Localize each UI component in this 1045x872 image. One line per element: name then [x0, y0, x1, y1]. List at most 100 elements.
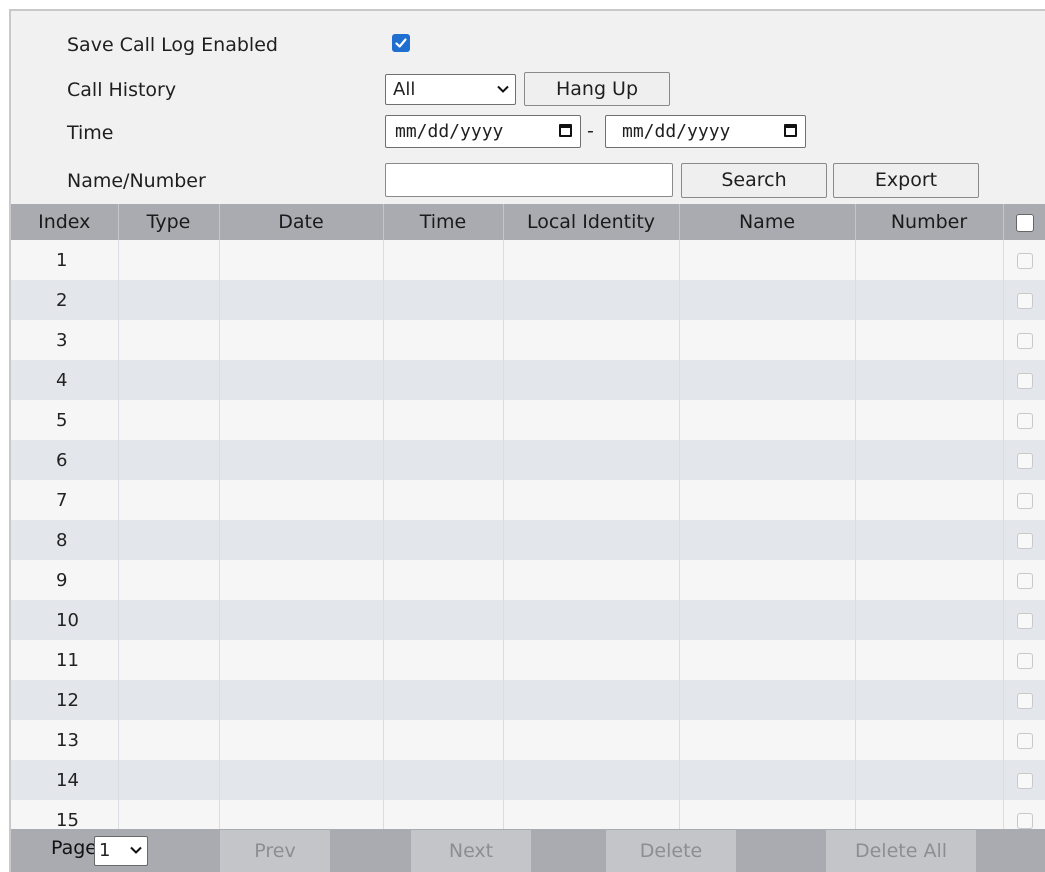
select-all-checkbox[interactable] — [1016, 213, 1034, 232]
cell-time — [383, 440, 504, 480]
row-checkbox[interactable] — [1017, 372, 1033, 389]
chevron-down-icon — [130, 846, 142, 854]
table-row[interactable]: 13 — [11, 720, 1045, 760]
cell-date — [219, 640, 384, 680]
hang-up-button[interactable]: Hang Up — [524, 72, 670, 106]
column-header-select-all[interactable] — [1003, 204, 1045, 240]
column-header-date[interactable]: Date — [219, 204, 384, 240]
table-row[interactable]: 5 — [11, 400, 1045, 440]
column-header-type[interactable]: Type — [118, 204, 220, 240]
cell-local-identity — [503, 760, 680, 800]
cell-local-identity — [503, 280, 680, 320]
cell-date — [219, 400, 384, 440]
page-select-value: 1 — [99, 840, 111, 861]
row-checkbox[interactable] — [1017, 772, 1033, 789]
call-history-select[interactable]: All — [385, 74, 516, 105]
table-row[interactable]: 14 — [11, 760, 1045, 800]
cell-name — [679, 680, 856, 720]
row-checkbox[interactable] — [1017, 452, 1033, 469]
row-checkbox[interactable] — [1017, 532, 1033, 549]
cell-select — [1003, 320, 1045, 360]
prev-button[interactable]: Prev — [220, 830, 330, 872]
table-row[interactable]: 3 — [11, 320, 1045, 360]
cell-type — [118, 760, 220, 800]
search-button[interactable]: Search — [681, 163, 827, 198]
cell-name — [679, 360, 856, 400]
next-button[interactable]: Next — [411, 830, 531, 872]
time-label: Time — [67, 122, 114, 144]
cell-select — [1003, 720, 1045, 760]
cell-type — [118, 640, 220, 680]
cell-select — [1003, 760, 1045, 800]
cell-number — [855, 240, 1004, 280]
column-header-number[interactable]: Number — [855, 204, 1004, 240]
cell-time — [383, 640, 504, 680]
cell-number — [855, 720, 1004, 760]
cell-number — [855, 640, 1004, 680]
cell-index: 3 — [11, 320, 119, 360]
row-checkbox[interactable] — [1017, 732, 1033, 749]
cell-local-identity — [503, 600, 680, 640]
calendar-icon[interactable] — [784, 124, 797, 137]
table-row[interactable]: 2 — [11, 280, 1045, 320]
table-row[interactable]: 12 — [11, 680, 1045, 720]
cell-local-identity — [503, 440, 680, 480]
cell-date — [219, 760, 384, 800]
table-row[interactable]: 8 — [11, 520, 1045, 560]
row-checkbox[interactable] — [1017, 292, 1033, 309]
delete-all-button[interactable]: Delete All — [826, 830, 976, 872]
cell-index: 14 — [11, 760, 119, 800]
column-header-time[interactable]: Time — [383, 204, 504, 240]
cell-index: 10 — [11, 600, 119, 640]
table-row[interactable]: 1 — [11, 240, 1045, 280]
row-checkbox[interactable] — [1017, 812, 1033, 829]
row-checkbox[interactable] — [1017, 412, 1033, 429]
date-to-input[interactable]: mm/dd/yyyy — [605, 115, 806, 148]
call-history-label: Call History — [67, 79, 177, 101]
delete-button[interactable]: Delete — [606, 830, 736, 872]
cell-number — [855, 480, 1004, 520]
row-checkbox[interactable] — [1017, 572, 1033, 589]
cell-time — [383, 400, 504, 440]
cell-select — [1003, 240, 1045, 280]
cell-number — [855, 440, 1004, 480]
export-button[interactable]: Export — [833, 163, 979, 198]
table-row[interactable]: 4 — [11, 360, 1045, 400]
cell-index: 1 — [11, 240, 119, 280]
row-checkbox[interactable] — [1017, 492, 1033, 509]
calendar-icon[interactable] — [559, 124, 572, 137]
table-row[interactable]: 9 — [11, 560, 1045, 600]
cell-local-identity — [503, 680, 680, 720]
row-checkbox[interactable] — [1017, 332, 1033, 349]
name-number-input[interactable] — [385, 163, 673, 197]
row-checkbox[interactable] — [1017, 612, 1033, 629]
cell-type — [118, 360, 220, 400]
table-row[interactable]: 11 — [11, 640, 1045, 680]
column-header-index[interactable]: Index — [11, 204, 119, 240]
table-row[interactable]: 6 — [11, 440, 1045, 480]
save-call-log-checkbox[interactable] — [392, 34, 410, 52]
cell-index: 5 — [11, 400, 119, 440]
column-header-local-identity[interactable]: Local Identity — [503, 204, 680, 240]
row-checkbox[interactable] — [1017, 652, 1033, 669]
page-select[interactable]: 1 — [94, 836, 148, 866]
date-from-placeholder: mm/dd/yyyy — [395, 121, 504, 142]
row-checkbox[interactable] — [1017, 252, 1033, 269]
cell-time — [383, 480, 504, 520]
cell-local-identity — [503, 400, 680, 440]
cell-number — [855, 320, 1004, 360]
date-from-input[interactable]: mm/dd/yyyy — [385, 115, 581, 148]
row-checkbox[interactable] — [1017, 692, 1033, 709]
cell-select — [1003, 480, 1045, 520]
cell-time — [383, 360, 504, 400]
table-row[interactable]: 10 — [11, 600, 1045, 640]
column-header-name[interactable]: Name — [679, 204, 856, 240]
checkmark-icon — [395, 38, 407, 48]
table-row[interactable]: 7 — [11, 480, 1045, 520]
cell-name — [679, 760, 856, 800]
cell-date — [219, 360, 384, 400]
call-log-panel: Save Call Log Enabled Call History All H… — [9, 9, 1045, 872]
cell-time — [383, 680, 504, 720]
cell-time — [383, 240, 504, 280]
cell-select — [1003, 400, 1045, 440]
